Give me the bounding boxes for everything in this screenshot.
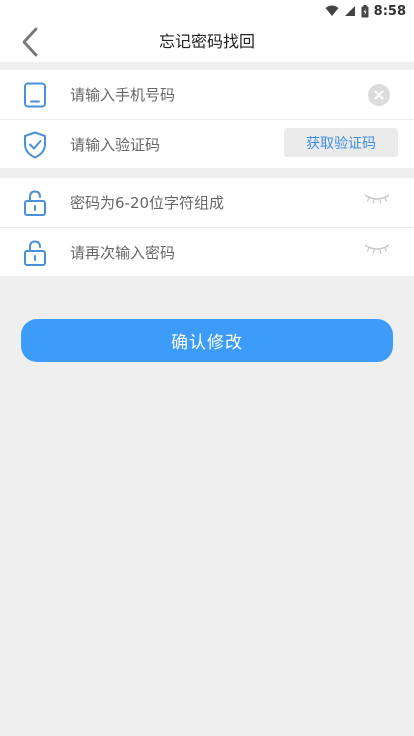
status-icons: 8:58 — [325, 2, 406, 20]
wifi-icon — [325, 5, 339, 16]
close-icon — [374, 90, 384, 100]
confirm-password-row — [0, 227, 414, 277]
lock-icon — [20, 190, 50, 216]
back-button[interactable] — [10, 22, 50, 62]
lock-icon — [20, 240, 50, 266]
password-row — [0, 178, 414, 227]
cellular-signal-icon — [344, 6, 355, 16]
clear-phone-button[interactable] — [368, 84, 390, 106]
phone-verification-card: 获取验证码 — [0, 70, 414, 169]
battery-icon — [361, 4, 369, 17]
password-card — [0, 178, 414, 277]
shield-check-icon — [20, 131, 50, 159]
confirm-password-input[interactable] — [70, 228, 270, 277]
confirm-change-button[interactable]: 确认修改 — [21, 319, 393, 362]
password-input[interactable] — [70, 178, 270, 227]
phone-input[interactable] — [70, 70, 270, 119]
app-bar: 忘记密码找回 — [0, 22, 414, 62]
code-row: 获取验证码 — [0, 119, 414, 169]
status-bar: 8:58 — [0, 0, 414, 22]
get-code-button[interactable]: 获取验证码 — [284, 128, 398, 157]
phone-row — [0, 70, 414, 119]
status-time: 8:58 — [373, 3, 406, 19]
verification-code-input[interactable] — [70, 120, 270, 169]
eye-closed-icon[interactable] — [364, 242, 390, 256]
eye-closed-icon[interactable] — [364, 192, 390, 206]
tablet-icon — [20, 82, 50, 108]
page-title: 忘记密码找回 — [158, 32, 255, 51]
chevron-left-icon — [22, 27, 38, 57]
